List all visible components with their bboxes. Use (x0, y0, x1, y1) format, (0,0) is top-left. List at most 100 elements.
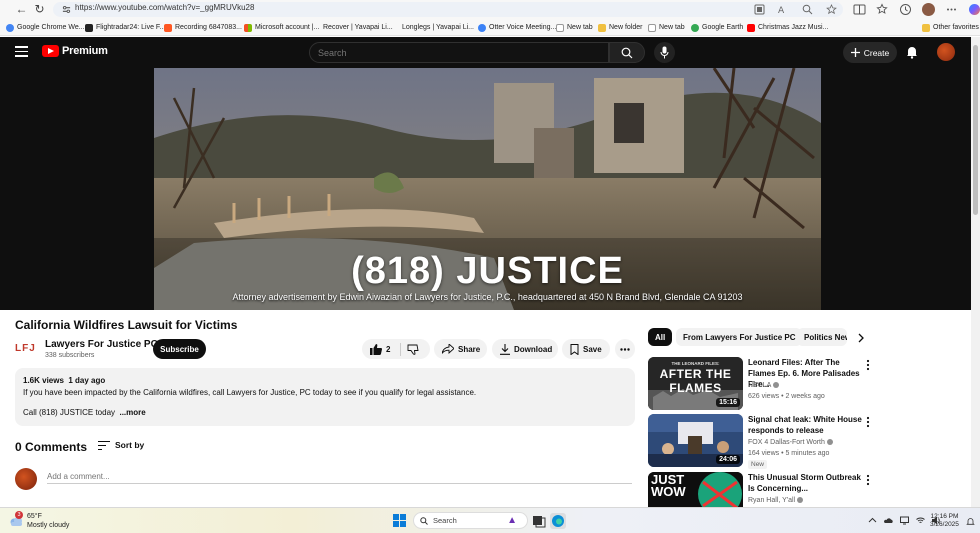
refresh-icon[interactable]: ↻ (32, 2, 47, 17)
display-icon[interactable] (900, 516, 909, 525)
other-favorites[interactable]: Other favorites (922, 22, 979, 33)
notifications-icon[interactable] (966, 517, 975, 526)
menu-icon[interactable] (15, 46, 28, 58)
description-box[interactable]: 1.6K views 1 day ago If you have been im… (15, 368, 635, 426)
channel-logo[interactable]: LFJ (15, 343, 36, 354)
recommended-video[interactable]: THE LEONARD FILES: AFTER THE FLAMES 15:1… (648, 357, 878, 411)
more-icon[interactable] (945, 3, 958, 16)
chip-from-channel[interactable]: From Lawyers For Justice PC (676, 328, 803, 346)
sort-comments-button[interactable]: Sort by (98, 440, 144, 450)
bookmark-item[interactable]: New tab (648, 22, 685, 33)
favorite-star-icon[interactable] (826, 4, 837, 15)
history-icon[interactable] (899, 3, 912, 16)
video-stats: 1.6K views 1 day ago (23, 375, 627, 387)
subscriber-count: 338 subscribers (45, 352, 95, 359)
task-view-icon[interactable] (531, 513, 547, 529)
start-button[interactable] (393, 514, 406, 527)
show-more-link[interactable]: ...more (119, 408, 145, 417)
recommended-title[interactable]: Signal chat leak: White House responds t… (748, 414, 863, 436)
microsoft-favicon-icon (244, 23, 252, 32)
split-screen-icon[interactable] (853, 3, 866, 16)
chip-politics[interactable]: Politics News (797, 328, 847, 346)
chip-all[interactable]: All (648, 328, 673, 346)
video-duration: 24:06 (716, 455, 740, 464)
page-scrollbar[interactable] (971, 37, 980, 507)
video-thumbnail[interactable]: 24:06 (648, 414, 743, 467)
back-icon[interactable]: ← (14, 2, 29, 17)
add-comment-input[interactable] (47, 470, 632, 484)
profile-avatar[interactable] (922, 3, 935, 16)
like-button[interactable]: 2 (362, 343, 390, 355)
youtube-logo[interactable]: Premium (42, 45, 108, 57)
app-available-icon[interactable] (754, 4, 765, 15)
dislike-button[interactable] (399, 344, 423, 355)
search-button[interactable] (609, 42, 645, 63)
video-duration: 15:16 (716, 398, 740, 407)
download-button[interactable]: Download (492, 339, 558, 359)
bookmark-item[interactable]: New folder (598, 22, 642, 33)
more-actions-button[interactable] (615, 339, 635, 359)
subscribe-button[interactable]: Subscribe (153, 339, 206, 359)
notifications-bell-icon[interactable] (905, 45, 919, 59)
site-info-icon[interactable] (62, 5, 71, 14)
weather-temperature: 65°F (27, 513, 42, 520)
recommended-channel[interactable]: FOX 4 Dallas-Fort Worth (748, 439, 833, 446)
account-avatar[interactable] (937, 43, 955, 61)
bookmark-item[interactable]: Christmas Jazz Musi... (747, 22, 828, 33)
recommended-title[interactable]: This Unusual Storm Outbreak Is Concernin… (748, 472, 863, 494)
bookmark-item[interactable]: Recover | Yavapai Li... (323, 22, 393, 33)
recommended-video[interactable]: 24:06 Signal chat leak: White House resp… (648, 414, 878, 469)
video-player[interactable]: (818) JUSTICE Attorney advertisement by … (0, 68, 980, 310)
recommended-channel[interactable]: Ryan Hall, Y'all (748, 497, 804, 504)
video-thumbnail[interactable]: THE LEONARD FILES: AFTER THE FLAMES 15:1… (648, 357, 743, 410)
weather-description: Mostly cloudy (27, 522, 70, 529)
thumbnail-kicker: THE LEONARD FILES: (671, 361, 720, 366)
bookmark-item[interactable]: New tab (556, 22, 593, 33)
voice-search-button[interactable] (654, 42, 675, 63)
system-clock[interactable]: 12:16 PM 3/26/2025 (930, 513, 959, 529)
more-vertical-icon[interactable] (865, 359, 871, 371)
onedrive-icon[interactable] (884, 516, 893, 525)
bookmark-item[interactable]: Recording 6847083... (164, 22, 242, 33)
more-vertical-icon[interactable] (865, 416, 871, 428)
windows-taskbar: 3 65°F Mostly cloudy Search ▲ 12:16 PM 3… (0, 507, 980, 533)
favorites-icon[interactable] (876, 3, 889, 16)
channel-label: Ryan Hall, Y'all (748, 497, 796, 504)
address-bar[interactable]: https://www.youtube.com/watch?v=_ggMRUVk… (53, 2, 843, 17)
bookmark-label: Flightradar24: Live F... (96, 24, 166, 31)
wifi-icon[interactable] (916, 516, 925, 525)
taskbar-search[interactable]: Search ▲ (413, 512, 528, 529)
chevron-up-icon[interactable] (868, 516, 877, 525)
svg-text:A: A (778, 6, 785, 15)
flightradar-favicon-icon (85, 23, 93, 32)
bookmark-item[interactable]: Google Earth (691, 22, 743, 33)
bookmark-item[interactable]: Google Chrome We... (6, 22, 85, 33)
video-thumbnail[interactable]: JUST WOW (648, 472, 743, 507)
more-vertical-icon[interactable] (865, 474, 871, 486)
chevron-right-icon[interactable] (854, 331, 868, 345)
video-title: California Wildfires Lawsuit for Victims (15, 318, 238, 332)
copilot-icon[interactable] (968, 3, 980, 16)
recommended-video[interactable]: JUST WOW This Unusual Storm Outbreak Is … (648, 472, 878, 507)
weather-widget[interactable]: 3 65°F Mostly cloudy (9, 511, 70, 530)
recommended-channel[interactable]: NBCLA (748, 382, 779, 389)
edge-browser-icon[interactable] (550, 513, 566, 529)
bookmark-item[interactable]: Flightradar24: Live F... (85, 22, 165, 33)
verified-icon (772, 382, 779, 389)
save-button[interactable]: Save (562, 339, 610, 359)
download-icon (500, 343, 510, 355)
bookmark-item[interactable]: Otter Voice Meeting... (478, 22, 556, 33)
scrollbar-thumb[interactable] (973, 45, 978, 215)
bookmark-item[interactable]: Microsoft account |... (244, 22, 319, 33)
create-button[interactable]: Create (843, 42, 897, 63)
bookmark-item[interactable]: Longlegs | Yavapai Li... (402, 22, 474, 33)
channel-name[interactable]: Lawyers For Justice PC (45, 339, 158, 350)
folder-icon (598, 23, 606, 32)
share-button[interactable]: Share (434, 339, 487, 359)
zoom-icon[interactable] (802, 4, 813, 15)
purple-ribbon-icon: ▲ (507, 515, 517, 526)
chrome-favicon-icon (6, 23, 14, 32)
search-input[interactable] (310, 43, 608, 62)
video-frame[interactable]: (818) JUSTICE Attorney advertisement by … (154, 68, 821, 310)
read-aloud-icon[interactable]: A (778, 4, 789, 15)
